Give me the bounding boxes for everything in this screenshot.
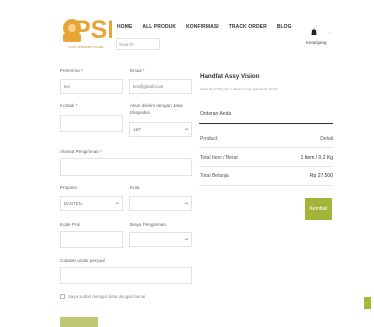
row-divider — [199, 166, 333, 167]
logo-mark-icon: PSP — [63, 16, 112, 44]
col-product: Product — [200, 136, 218, 142]
provinsi-select[interactable]: BANTEN — [60, 196, 123, 211]
nav-track-order[interactable]: TRACK ORDER — [229, 24, 267, 30]
logo[interactable]: PSP PUSAT SPAREPART PONSEL — [60, 8, 112, 52]
back-button[interactable]: Kembali — [305, 198, 332, 220]
ekspedisi-select[interactable]: J&T — [129, 122, 192, 137]
email-input[interactable]: tes@gmail.com — [129, 79, 192, 94]
total-item-label: Total Item / Berat — [200, 155, 238, 161]
summary-divider — [199, 123, 333, 124]
penerima-label: Penerima * — [60, 68, 83, 73]
biaya-label: Biaya Pengiriman — [130, 222, 167, 227]
search-input[interactable]: Search — [116, 38, 160, 50]
chevron-down-icon[interactable]: › — [329, 30, 330, 35]
kota-label: Kota — [130, 185, 140, 190]
kontak-input[interactable] — [60, 115, 123, 132]
summary-header-row: Product Detail — [200, 136, 333, 142]
main-nav: HOME ALL PRODUK KONFIRMASI TRACK ORDER B… — [117, 24, 292, 30]
nav-all-produk[interactable]: ALL PRODUK — [142, 24, 176, 30]
akun-label-line1: Akun dikirim dengan Jasa — [130, 103, 183, 108]
total-belanja-row: Total Belanja Rp 27.500 — [200, 173, 333, 179]
alamat-input[interactable] — [60, 158, 192, 176]
kodepos-label: Kode Pos — [60, 222, 80, 227]
total-belanja-value: Rp 27.500 — [309, 173, 333, 179]
kodepos-input[interactable] — [60, 231, 123, 248]
logo-tagline: PUSAT SPAREPART PONSEL — [68, 46, 104, 49]
biaya-select[interactable] — [129, 232, 192, 247]
shopping-bag-icon[interactable] — [311, 28, 317, 35]
nav-blog[interactable]: BLOG — [277, 24, 292, 30]
order-summary-heading: Orderan Anda — [200, 111, 232, 117]
catatan-label: Catatan untuk penjual — [60, 258, 105, 263]
kontak-label: Kontak * — [60, 103, 78, 108]
row-divider — [199, 147, 333, 148]
agree-checkbox[interactable] — [60, 294, 65, 299]
kota-select[interactable] — [129, 196, 192, 211]
catatan-input[interactable] — [60, 267, 192, 284]
cart-label[interactable]: Keranjang — [306, 40, 327, 45]
col-detail: Detail — [320, 136, 333, 142]
agree-label: Saya sudah mengisi data dengan benar — [68, 294, 146, 299]
nav-konfirmasi[interactable]: KONFIRMASI — [186, 24, 219, 30]
akun-label-line2: Ekspedisi — [130, 110, 150, 115]
site-header: PSP PUSAT SPAREPART PONSEL HOME ALL PROD… — [0, 0, 374, 56]
row-divider — [199, 185, 333, 186]
total-item-value: 1 Item / 0.2 Kg — [300, 155, 333, 161]
email-label: Email * — [130, 68, 145, 73]
chat-icon: ‹ — [366, 300, 368, 305]
total-belanja-label: Total Belanja — [200, 173, 229, 179]
product-title: Handfat Assy Vision — [200, 73, 260, 80]
chat-button[interactable]: ‹ — [364, 297, 371, 309]
submit-order-button[interactable] — [60, 317, 98, 327]
penerima-input[interactable]: tes — [60, 79, 123, 94]
product-meta: Harga: Rp 27.500 | Qty: 1 | Berat: 0.2 K… — [200, 87, 278, 91]
logo-text: PSP — [74, 16, 112, 44]
provinsi-label: Propinsi — [60, 185, 77, 190]
alamat-label: Alamat Pengiriman * — [60, 149, 102, 154]
nav-home[interactable]: HOME — [117, 24, 132, 30]
total-item-row: Total Item / Berat 1 Item / 0.2 Kg — [200, 155, 333, 161]
